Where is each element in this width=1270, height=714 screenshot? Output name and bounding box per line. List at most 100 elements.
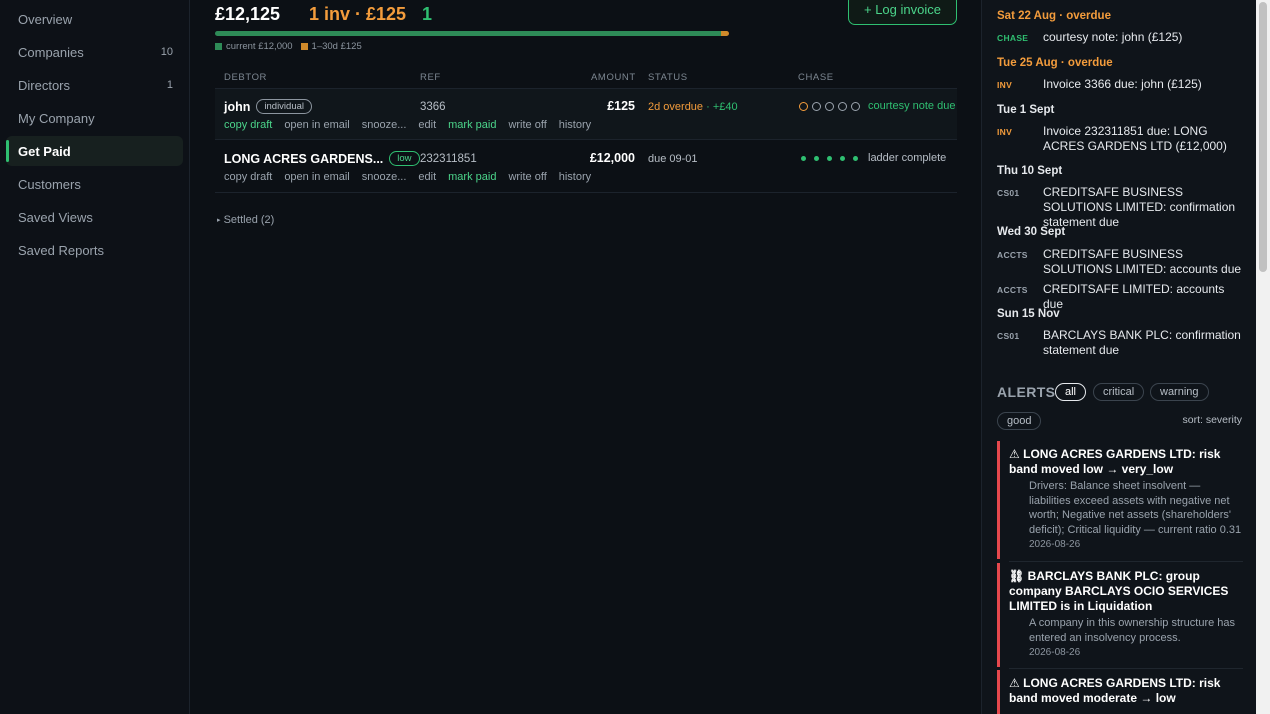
log-invoice-button[interactable]: + Log invoice [848,0,957,25]
write-off-link[interactable]: write off [508,119,546,131]
sidebar-item-label: Saved Reports [18,242,104,258]
calendar-day: Wed 30 Sept [997,226,1066,238]
chase-label: ladder complete [868,152,947,164]
chase-step-dot [827,155,832,161]
event-tag: CS01 [997,331,1020,341]
legend-overdue: 1–30d £125 [300,41,362,52]
event-text: CREDITSAFE BUSINESS SOLUTIONS LIMITED: a… [1043,247,1242,276]
ref-cell: 3366 [420,101,446,113]
status-cell: 2d overdue · +£40 [648,101,738,113]
copy-draft-link[interactable]: copy draft [224,119,272,131]
warning-icon: ⚠ [1009,676,1020,690]
edit-link[interactable]: edit [418,171,436,183]
settled-toggle[interactable]: ▸ Settled (2) [217,214,274,226]
chase-cell: courtesy note due [799,100,955,112]
sidebar-item-customers[interactable]: Customers [6,169,183,199]
sidebar-item-saved-views[interactable]: Saved Views [6,202,183,232]
debtor-name[interactable]: john [224,100,250,114]
chase-step-dot [825,101,834,111]
alert-description: Drivers: Balance sheet insolvent — liabi… [1029,480,1242,536]
col-header-chase[interactable]: CHASE [798,72,834,83]
snooze-link[interactable]: snooze... [362,119,407,131]
sidebar-item-count: 1 [166,79,173,91]
col-header-status[interactable]: STATUS [648,72,688,83]
alert-filter-critical[interactable]: critical [1093,383,1145,401]
table-row[interactable]: LONG ACRES GARDENS... low 232311851 £12,… [215,141,957,193]
sidebar-item-companies[interactable]: Companies 10 [6,37,183,67]
col-header-ref[interactable]: REF [420,72,441,83]
row-actions: copy draft open in email snooze... edit … [224,119,591,131]
chase-step-dot [814,155,819,161]
snooze-link[interactable]: snooze... [362,171,407,183]
edit-link[interactable]: edit [418,119,436,131]
overdue-summary-value: 1 inv · £125 [309,4,407,24]
event-tag: ACCTS [997,250,1028,260]
event-text: Invoice 3366 due: john (£125) [1043,77,1202,91]
amount-cell: £125 [607,99,635,113]
sidebar: Overview Companies 10 Directors 1 My Com… [0,0,190,714]
calendar-event[interactable]: CHASE courtesy note: john (£125) [997,30,1242,45]
chase-step-dot [799,101,808,111]
event-text: Invoice 232311851 due: LONG ACRES GARDEN… [1043,124,1227,153]
alert-filter-warning[interactable]: warning [1150,383,1209,401]
aging-bar-current-segment [215,31,722,36]
alert-card[interactable]: ⛓ BARCLAYS BANK PLC: group company BARCL… [997,563,1243,667]
sidebar-item-label: Overview [18,11,73,27]
calendar-day: Sun 15 Nov [997,308,1060,320]
get-paid-main: £12,125 1 inv · £125 1 + Log invoice cur… [191,0,980,714]
scrollbar-thumb[interactable] [1259,2,1267,272]
open-in-email-link[interactable]: open in email [284,171,349,183]
alert-filter-all[interactable]: all [1055,383,1087,401]
sidebar-item-label: Customers [18,176,81,192]
mark-paid-link[interactable]: mark paid [448,119,496,131]
open-in-email-link[interactable]: open in email [284,119,349,131]
sidebar-item-get-paid[interactable]: Get Paid [6,136,183,166]
sidebar-item-directors[interactable]: Directors 1 [6,70,183,100]
copy-draft-link[interactable]: copy draft [224,171,272,183]
sidebar-item-overview[interactable]: Overview [6,4,183,34]
calendar-day: Thu 10 Sept [997,165,1063,177]
col-header-amount[interactable]: AMOUNT [591,72,636,83]
event-text: BARCLAYS BANK PLC: confirmation statemen… [1043,328,1241,357]
alert-sort-control[interactable]: sort: severity [1182,414,1242,426]
alerts-heading: ALERTS [997,384,1056,400]
col-header-debtor[interactable]: DEBTOR [224,72,267,83]
event-tag: CHASE [997,33,1029,43]
history-link[interactable]: history [559,171,591,183]
event-tag: INV [997,80,1013,90]
sidebar-item-label: Directors [18,77,71,93]
history-link[interactable]: history [559,119,591,131]
calendar-day: Tue 25 Aug · overdue [997,57,1113,69]
calendar-event[interactable]: INV Invoice 232311851 due: LONG ACRES GA… [997,124,1242,154]
status-extra: · +£40 [706,101,738,113]
page-scrollbar[interactable] [1256,0,1270,714]
sidebar-item-saved-reports[interactable]: Saved Reports [6,235,183,265]
chase-step-dot [840,155,845,161]
alert-title-text: BARCLAYS BANK PLC: group company BARCLAY… [1009,569,1229,613]
row-actions: copy draft open in email snooze... edit … [224,171,591,183]
chase-step-dot [812,101,821,111]
write-off-link[interactable]: write off [508,171,546,183]
app-root: Overview Companies 10 Directors 1 My Com… [0,0,1270,714]
calendar-event[interactable]: INV Invoice 3366 due: john (£125) [997,77,1242,92]
total-outstanding-value: £12,125 [215,4,281,24]
table-row[interactable]: john individual 3366 £125 2d overdue · +… [215,88,957,140]
alert-filter-good[interactable]: good [997,412,1042,430]
alert-description: A company in this ownership structure ha… [1029,617,1236,644]
calendar-event[interactable]: CS01 CREDITSAFE BUSINESS SOLUTIONS LIMIT… [997,185,1242,230]
alert-card[interactable]: ⚠ LONG ACRES GARDENS LTD: risk band move… [997,441,1243,559]
chase-step-dot [801,155,806,161]
alert-card[interactable]: ⚠ LONG ACRES GARDENS LTD: risk band move… [997,670,1243,714]
calendar-event[interactable]: ACCTS CREDITSAFE BUSINESS SOLUTIONS LIMI… [997,247,1242,277]
link-chain-icon: ⛓ [1009,569,1025,583]
calendar-event[interactable]: CS01 BARCLAYS BANK PLC: confirmation sta… [997,328,1242,358]
debtor-name[interactable]: LONG ACRES GARDENS... [224,152,383,166]
warning-icon: ⚠ [1009,447,1020,461]
aging-legend: current £12,000 1–30d £125 [215,41,362,52]
mark-paid-link[interactable]: mark paid [448,171,496,183]
alert-title: ⛓ BARCLAYS BANK PLC: group company BARCL… [1009,569,1243,614]
sidebar-item-label: Saved Views [18,209,93,225]
alert-divider [1009,668,1243,669]
sidebar-item-label: Companies [18,44,84,60]
sidebar-item-my-company[interactable]: My Company [6,103,183,133]
